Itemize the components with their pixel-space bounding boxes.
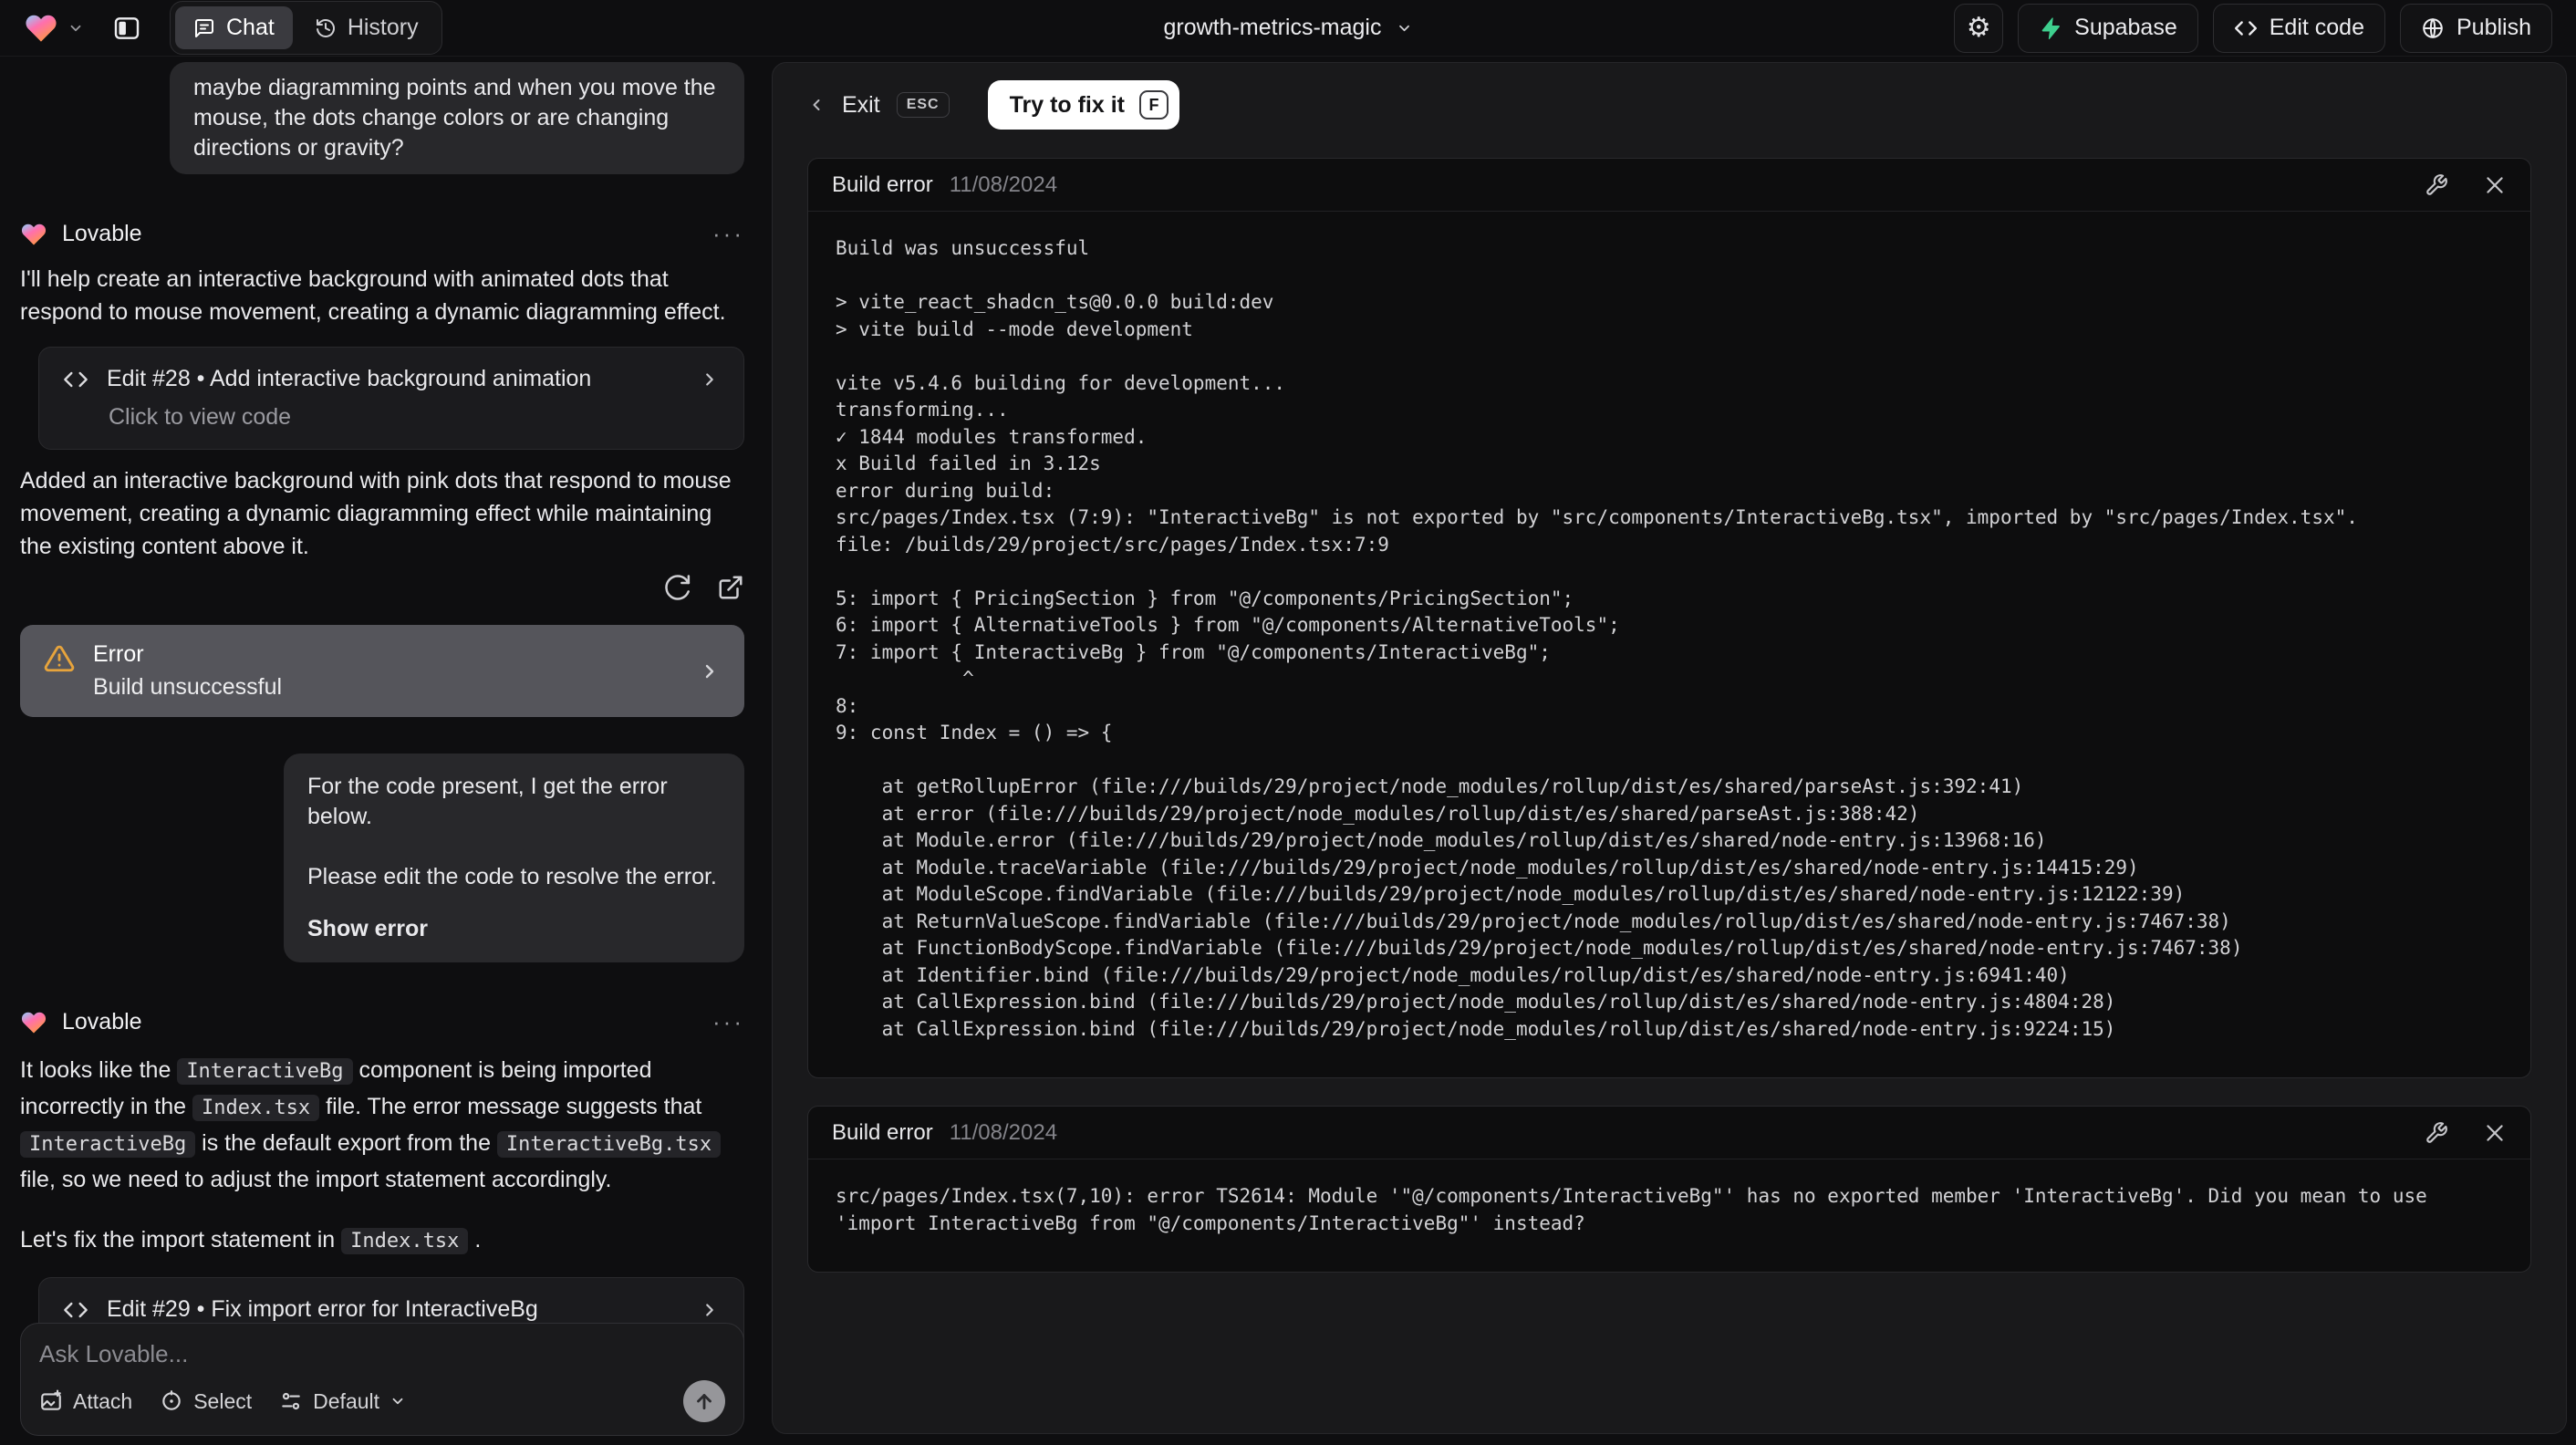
chevron-down-icon [390,1393,406,1409]
sidebar-toggle-button[interactable] [104,5,150,51]
exit-label: Exit [842,91,880,118]
project-name: growth-metrics-magic [1163,15,1382,40]
try-to-fix-button[interactable]: Try to fix it F [987,80,1179,130]
error-workspace: Exit ESC Try to fix it F Build error 11/… [772,62,2567,1434]
assistant-message: It looks like the InteractiveBg componen… [20,1053,744,1197]
chat-bubble-icon [193,17,215,39]
assistant-name: Lovable [62,221,142,246]
build-error-panel-header: Build error 11/08/2024 [808,159,2530,212]
build-error-log: Build was unsuccessful > vite_react_shad… [836,237,2358,1040]
edit-card-title: Edit #29 • Fix import error for Interact… [107,1296,538,1322]
assistant-message: I'll help create an interactive backgrou… [20,266,726,325]
lovable-heart-icon [24,11,58,46]
panel-date: 11/08/2024 [949,172,1058,197]
code-brackets-icon [63,1297,88,1323]
tab-history[interactable]: History [296,6,437,49]
arrow-up-icon [692,1389,716,1413]
target-icon [160,1389,183,1413]
attach-label: Attach [73,1388,133,1413]
topbar-actions: ⚙ Supabase Edit code Publish [1954,3,2552,53]
tab-chat-label: Chat [226,15,275,40]
assistant-message-header: Lovable ··· [20,220,744,248]
error-card-title: Error [93,641,144,667]
edit-code-label: Edit code [2269,15,2364,40]
fix-button-label: Try to fix it [1009,91,1125,118]
panel-title: Build error [832,1119,933,1145]
wrench-icon[interactable] [2425,173,2448,197]
edit-code-button[interactable]: Edit code [2212,3,2385,53]
chat-history-tab-group: Chat History [170,1,442,55]
chat-panel: maybe diagramming points and when you mo… [0,57,764,1445]
select-label: Select [193,1388,253,1413]
exit-button[interactable]: Exit ESC [807,92,950,119]
f-key-hint: F [1139,90,1169,120]
chevron-left-icon [807,96,826,114]
tab-chat[interactable]: Chat [175,6,293,49]
assistant-message: Added an interactive background with pin… [20,468,732,559]
user-message: For the code present, I get the error be… [284,754,744,962]
code-brackets-icon [2234,16,2258,40]
attach-image-icon [39,1389,63,1413]
globe-icon [2421,16,2445,40]
attach-button[interactable]: Attach [39,1389,132,1414]
workspace-toolbar: Exit ESC Try to fix it F [795,79,2544,130]
panel-date: 11/08/2024 [949,1119,1058,1145]
edit-card-title: Edit #28 • Add interactive background an… [107,366,592,391]
mode-dropdown[interactable]: Default [279,1389,406,1414]
close-icon[interactable] [2483,173,2507,197]
build-error-card[interactable]: Error Build unsuccessful [20,625,744,717]
publish-label: Publish [2457,15,2531,40]
sliders-icon [279,1389,303,1413]
supabase-bolt-icon [2039,16,2062,40]
esc-key-hint: ESC [896,92,950,118]
chevron-down-icon [1396,20,1412,36]
publish-button[interactable]: Publish [2400,3,2552,53]
chevron-right-icon [700,369,720,390]
warning-triangle-icon [44,643,75,674]
top-bar: Chat History growth-metrics-magic ⚙ Supa… [0,0,2576,57]
message-action-row [20,574,744,601]
edit-card-subtitle: Click to view code [109,404,292,430]
user-message-line: Please edit the code to resolve the erro… [307,864,717,889]
supabase-label: Supabase [2074,15,2177,40]
user-message: maybe diagramming points and when you mo… [170,62,744,174]
lovable-logo-menu[interactable] [24,11,84,46]
project-selector[interactable]: growth-metrics-magic [1164,15,1413,41]
assistant-name: Lovable [62,1009,142,1034]
chevron-right-icon [700,1300,720,1320]
message-more-menu[interactable]: ··· [712,1008,744,1036]
lovable-heart-icon [20,1009,47,1036]
mode-label: Default [313,1388,380,1413]
lovable-heart-icon [20,221,47,248]
chat-composer[interactable]: Ask Lovable... Attach Select Default [20,1323,744,1436]
select-element-button[interactable]: Select [160,1389,252,1414]
gear-icon: ⚙ [1966,12,1991,43]
settings-button[interactable]: ⚙ [1954,3,2004,53]
error-card-subtitle: Build unsuccessful [93,674,283,700]
assistant-message-header: Lovable ··· [20,1008,744,1036]
history-clock-icon [315,17,337,39]
user-message-line: For the code present, I get the error be… [307,774,668,829]
build-error-panel: Build error 11/08/2024 src/pages/Index.t… [807,1106,2531,1273]
close-icon[interactable] [2483,1121,2507,1145]
panel-title: Build error [832,172,933,197]
restore-icon[interactable] [664,574,691,601]
chevron-right-icon [699,660,721,682]
show-error-label: Show error [307,916,428,941]
build-error-panel-header: Build error 11/08/2024 [808,1107,2530,1159]
build-error-log: src/pages/Index.tsx(7,10): error TS2614:… [836,1185,2439,1234]
assistant-message: Let's fix the import statement in Index.… [20,1227,482,1254]
chevron-down-icon [68,20,84,36]
code-brackets-icon [63,367,88,392]
open-preview-icon[interactable] [717,574,744,601]
composer-input[interactable]: Ask Lovable... [39,1340,725,1368]
send-button[interactable] [683,1380,725,1422]
edit-card-28[interactable]: Edit #28 • Add interactive background an… [38,347,744,450]
supabase-button[interactable]: Supabase [2018,3,2198,53]
tab-history-label: History [347,15,419,40]
wrench-icon[interactable] [2425,1121,2448,1145]
build-error-panel: Build error 11/08/2024 Build was unsucce… [807,158,2531,1078]
message-more-menu[interactable]: ··· [712,220,744,248]
